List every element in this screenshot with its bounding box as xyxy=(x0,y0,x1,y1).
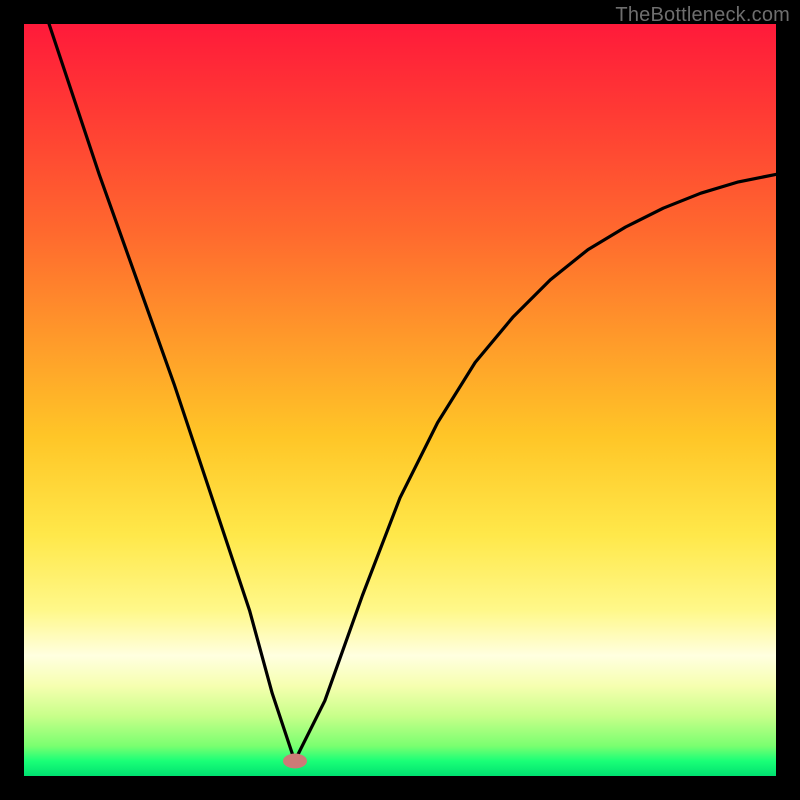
bottleneck-curve xyxy=(24,24,776,776)
plot-area xyxy=(24,24,776,776)
chart-frame: TheBottleneck.com xyxy=(0,0,800,800)
watermark-label: TheBottleneck.com xyxy=(615,4,790,27)
optimum-marker xyxy=(283,753,307,768)
